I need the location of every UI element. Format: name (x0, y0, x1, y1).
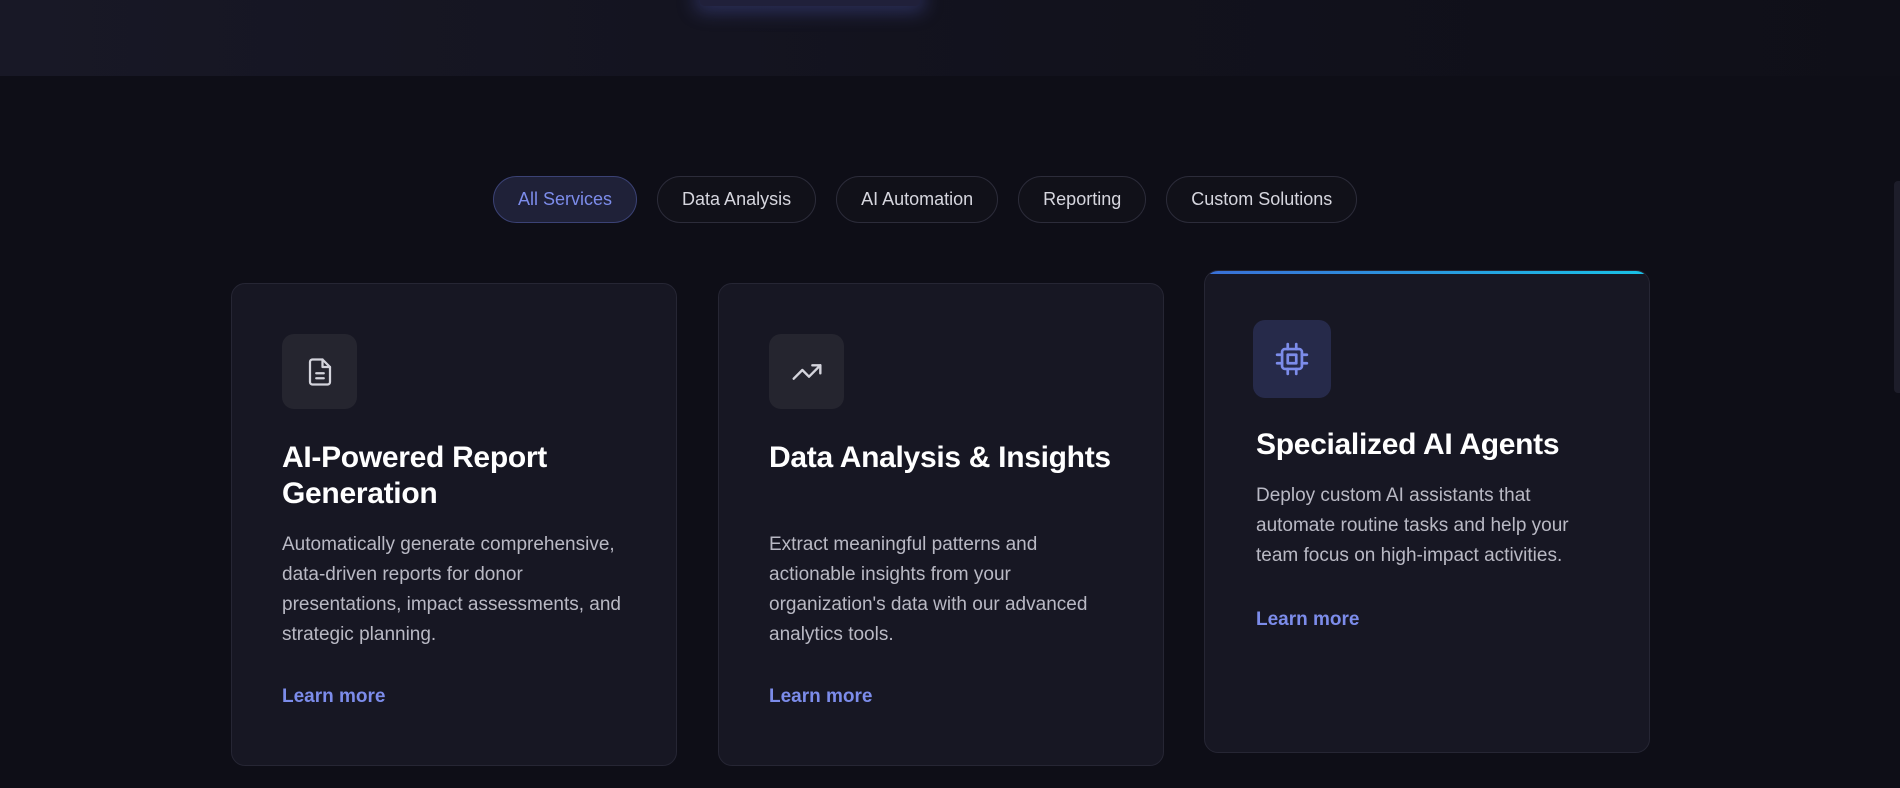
service-card-report-generation: AI-Powered Report Generation Automatical… (231, 283, 677, 766)
card-description: Extract meaningful patterns and actionab… (769, 534, 1088, 645)
service-card-ai-agents: Specialized AI Agents Deploy custom AI a… (1204, 270, 1650, 753)
card-description: Automatically generate comprehensive, da… (282, 534, 622, 645)
service-filter-tabs: All Services Data Analysis AI Automation… (493, 176, 1358, 223)
card-icon-box (769, 334, 844, 409)
service-card-data-analysis: Data Analysis & Insights Extract meaning… (718, 283, 1164, 766)
card-icon-box (282, 334, 357, 409)
document-icon (308, 357, 331, 386)
trending-up-icon (791, 363, 822, 380)
filter-all-services[interactable]: All Services (493, 176, 638, 223)
learn-more-link[interactable]: Learn more (769, 686, 872, 708)
learn-more-link[interactable]: Learn more (282, 686, 385, 708)
highlight-accent-bar (1205, 271, 1649, 274)
learn-more-link[interactable]: Learn more (1256, 609, 1359, 631)
cpu-chip-icon (1275, 342, 1309, 376)
filter-data-analysis[interactable]: Data Analysis (657, 176, 817, 223)
card-icon-box (1253, 320, 1331, 398)
top-section-band (0, 0, 1900, 76)
card-title: AI-Powered Report Generation (282, 441, 547, 510)
scrollbar[interactable] (1894, 181, 1900, 393)
filter-custom-solutions[interactable]: Custom Solutions (1166, 176, 1358, 223)
hero-button-glow (700, 0, 920, 6)
filter-reporting[interactable]: Reporting (1018, 176, 1147, 223)
card-description: Deploy custom AI assistants that automat… (1256, 485, 1569, 566)
filter-ai-automation[interactable]: AI Automation (836, 176, 999, 223)
card-title: Specialized AI Agents (1256, 428, 1560, 461)
card-title: Data Analysis & Insights (769, 441, 1111, 474)
